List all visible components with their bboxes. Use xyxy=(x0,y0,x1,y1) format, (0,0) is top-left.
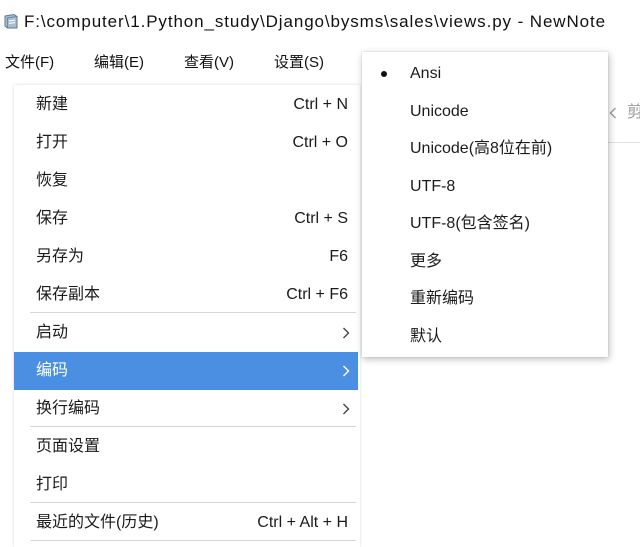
menu-item-open[interactable]: 打开 Ctrl + O xyxy=(14,124,358,162)
menubar-file[interactable]: 文件(F) xyxy=(3,50,56,76)
menu-item-label: 新建 xyxy=(36,96,69,113)
menu-item-new[interactable]: 新建 Ctrl + N xyxy=(14,86,358,124)
encoding-option-label: 重新编码 xyxy=(410,290,475,307)
menu-item-label: 换行编码 xyxy=(36,400,101,417)
menu-item-label: 打印 xyxy=(36,476,69,493)
menu-item-label: 保存 xyxy=(36,210,69,227)
encoding-option-label: Ansi xyxy=(410,65,442,82)
toolbar-divider xyxy=(606,142,640,143)
encoding-option-more[interactable]: 更多 xyxy=(362,243,608,281)
menu-item-label: 另存为 xyxy=(36,248,85,265)
menu-item-save[interactable]: 保存 Ctrl + S xyxy=(14,200,358,238)
menu-item-save-copy[interactable]: 保存副本 Ctrl + F6 xyxy=(14,276,358,314)
menu-item-shortcut: Ctrl + F6 xyxy=(286,286,348,303)
main-toolbar-fragment: 剪 xyxy=(606,100,640,126)
encoding-option-ansi[interactable]: Ansi xyxy=(362,55,608,93)
menu-item-print[interactable]: 打印 xyxy=(14,466,358,504)
menu-item-label: 保存副本 xyxy=(36,286,101,303)
menu-item-recent-files[interactable]: 最近的文件(历史) Ctrl + Alt + H xyxy=(14,504,358,542)
menu-item-save-as[interactable]: 另存为 F6 xyxy=(14,238,358,276)
encoding-option-utf8-bom[interactable]: UTF-8(包含签名) xyxy=(362,205,608,243)
encoding-option-unicode-big-endian[interactable]: Unicode(高8位在前) xyxy=(362,130,608,168)
menu-item-label: 页面设置 xyxy=(36,438,101,455)
menu-item-shortcut: Ctrl + S xyxy=(294,210,348,227)
encoding-option-label: Unicode xyxy=(410,102,469,120)
menu-item-label: 恢复 xyxy=(36,172,69,189)
encoding-option-label: 默认 xyxy=(410,327,443,345)
menu-item-shortcut: Ctrl + O xyxy=(292,134,348,151)
menu-item-label: 最近的文件(历史) xyxy=(36,514,159,531)
encoding-option-reencode[interactable]: 重新编码 xyxy=(362,280,608,318)
encoding-submenu: Ansi Unicode Unicode(高8位在前) UTF-8 UTF-8(… xyxy=(362,52,608,357)
chevron-right-icon xyxy=(342,403,350,415)
title-bar: F:\computer\1.Python_study\Django\bysms\… xyxy=(0,0,640,44)
encoding-option-default[interactable]: 默认 xyxy=(362,318,608,356)
encoding-option-utf8[interactable]: UTF-8 xyxy=(362,168,608,206)
encoding-option-label: UTF-8 xyxy=(410,177,456,195)
chevron-left-icon[interactable] xyxy=(609,107,617,119)
menubar-view[interactable]: 查看(V) xyxy=(182,50,236,76)
menu-item-encoding[interactable]: 编码 xyxy=(14,352,358,390)
menu-item-shortcut: Ctrl + N xyxy=(293,96,348,113)
menu-item-line-ending[interactable]: 换行编码 xyxy=(14,390,358,428)
window-title: F:\computer\1.Python_study\Django\bysms\… xyxy=(24,12,606,31)
menu-item-label: 启动 xyxy=(36,324,69,341)
encoding-option-label: UTF-8(包含签名) xyxy=(410,215,530,232)
menu-item-startup[interactable]: 启动 xyxy=(14,314,358,352)
chevron-right-icon xyxy=(342,327,350,339)
newnote-app-icon[interactable] xyxy=(3,13,19,29)
radio-bullet-icon xyxy=(381,71,387,77)
menu-item-label: 编码 xyxy=(36,362,69,379)
toolbar-cut-button-label[interactable]: 剪 xyxy=(627,100,640,126)
encoding-option-label: 更多 xyxy=(410,252,443,270)
menu-item-shortcut: F6 xyxy=(329,248,348,265)
chevron-right-icon xyxy=(342,365,350,377)
menubar-edit[interactable]: 编辑(E) xyxy=(92,50,146,76)
encoding-option-label: Unicode(高8位在前) xyxy=(410,140,553,157)
menu-item-restore[interactable]: 恢复 xyxy=(14,162,358,200)
file-menu: 新建 Ctrl + N 打开 Ctrl + O 恢复 保存 Ctrl + S 另… xyxy=(14,85,360,547)
encoding-option-unicode[interactable]: Unicode xyxy=(362,93,608,131)
menu-item-shortcut: Ctrl + Alt + H xyxy=(257,514,348,531)
menu-item-page-setup[interactable]: 页面设置 xyxy=(14,428,358,466)
menu-item-label: 打开 xyxy=(36,134,69,151)
menubar-settings[interactable]: 设置(S) xyxy=(272,50,326,76)
